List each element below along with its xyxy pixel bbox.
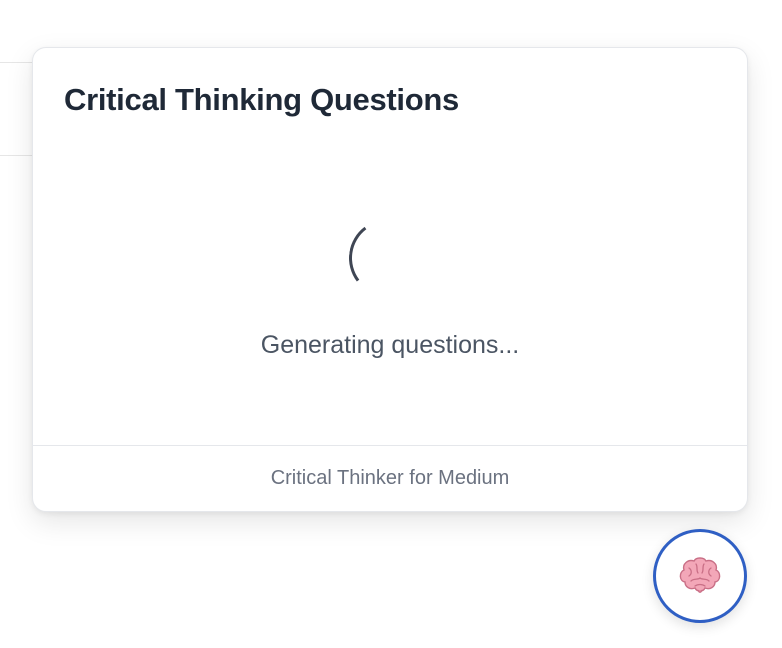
brain-icon <box>679 557 721 593</box>
footer-label: Critical Thinker for Medium <box>270 467 510 489</box>
critical-thinker-toggle-button[interactable] <box>653 529 747 623</box>
background-divider <box>0 155 34 156</box>
loading-status-text: Generating questions... <box>260 331 520 359</box>
background-divider <box>0 62 34 63</box>
panel-footer: Critical Thinker for Medium <box>33 445 747 511</box>
page: Critical Thinking Questions Generating q… <box>0 0 782 648</box>
critical-thinking-panel: Critical Thinking Questions Generating q… <box>32 47 748 512</box>
panel-title: Critical Thinking Questions <box>64 82 459 117</box>
loading-spinner-icon <box>343 213 433 303</box>
